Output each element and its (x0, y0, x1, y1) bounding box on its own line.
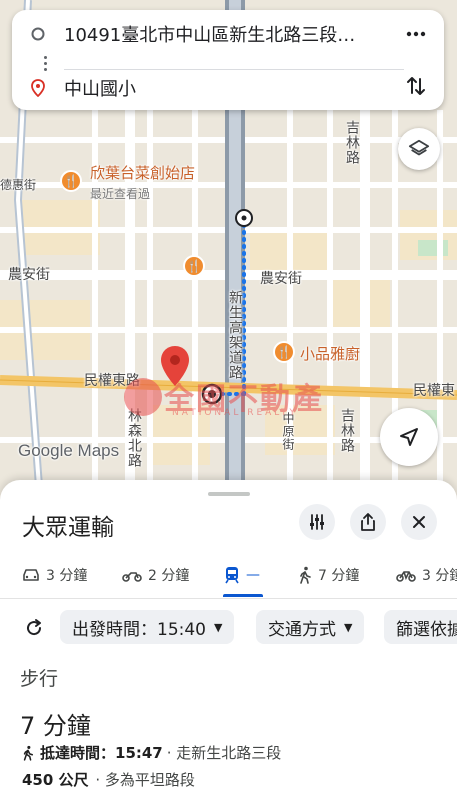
motorcycle-icon (122, 572, 142, 582)
transit-mode-chip[interactable]: 交通方式 ▼ (256, 610, 365, 644)
origin-text: 10491臺北市中山區新生北路三段… (64, 25, 356, 46)
street-label-jilin-top: 吉林路 (344, 120, 360, 165)
close-button[interactable] (401, 504, 437, 540)
arrival-time: 抵達時間：15:47 (40, 744, 163, 762)
transit-mode-label: 交通方式 (268, 619, 336, 640)
street-label-nongan-left: 農安街 (8, 267, 50, 283)
tune-icon (310, 514, 324, 530)
tabs-divider (0, 598, 457, 599)
refresh-button[interactable] (20, 614, 48, 642)
sheet-drag-handle[interactable] (208, 492, 250, 496)
tab-motorcycle-label: 2 分鐘 (148, 568, 190, 584)
share-button[interactable] (350, 504, 386, 540)
route-terrain: · 多為平坦路段 (95, 771, 195, 789)
tab-walk[interactable]: 7 分鐘 (298, 552, 359, 598)
poi-restaurant-2-name[interactable]: 小品雅廚 (300, 343, 360, 364)
layers-button[interactable] (398, 128, 440, 170)
transit-icon (225, 567, 239, 584)
chevron-down-icon: ▼ (214, 620, 223, 634)
directions-sheet: 大眾運輸 3 分鐘 2 分鐘 — 7 分鐘 3 分鐘 出發時間：15:40 ▼ … (0, 480, 457, 800)
restaurant-icon[interactable]: 🍴 (273, 341, 295, 363)
route-distance: 450 公尺 (22, 771, 89, 789)
restaurant-icon[interactable]: 🍴 (183, 255, 205, 277)
walk-icon (300, 566, 311, 584)
poi-restaurant-1-name[interactable]: 欣葉台菜創始店 (90, 162, 195, 183)
arrival-info: 抵達時間：15:47 · 走新生北路三段 (22, 742, 281, 763)
tab-bike[interactable]: 3 分鐘 (396, 552, 457, 598)
walk-icon (23, 745, 34, 761)
section-label: 步行 (20, 668, 59, 690)
more-options-button[interactable] (402, 20, 430, 48)
filter-by-chip[interactable]: 篩選依據 (384, 610, 457, 644)
layers-icon (408, 139, 430, 156)
street-label-minquan-right: 民權東 (413, 383, 455, 399)
bike-icon (396, 571, 416, 582)
more-vert-icon (406, 31, 426, 37)
departure-time-chip[interactable]: 出發時間：15:40 ▼ (60, 610, 235, 644)
tab-bike-label: 3 分鐘 (422, 568, 457, 584)
swap-icon (407, 77, 425, 95)
departure-time-label: 出發時間：15:40 (72, 619, 206, 640)
travel-mode-tabs: 3 分鐘 2 分鐘 — 7 分鐘 3 分鐘 (0, 552, 457, 598)
chevron-down-icon: ▼ (344, 620, 353, 634)
street-label-xinsheng-elevated: 新生高架道路 (227, 290, 243, 380)
filter-by-label: 篩選依據 (396, 619, 457, 640)
street-label-nongan-right: 農安街 (260, 271, 302, 287)
tab-motorcycle[interactable]: 2 分鐘 (122, 552, 189, 598)
realty-watermark: 全國不動產 NATIONAL REALTY (120, 372, 340, 422)
street-label-jilin-bottom: 吉林路 (339, 408, 355, 453)
close-icon (413, 516, 425, 528)
route-via: · 走新生北路三段 (166, 744, 282, 762)
poi-restaurant-1-subtitle: 最近查看過 (90, 187, 151, 201)
car-icon (23, 569, 39, 581)
route-search-card: 10491臺北市中山區新生北路三段… 中山國小 (12, 10, 444, 110)
restaurant-icon[interactable]: 🍴 (60, 170, 82, 192)
origin-field[interactable]: 10491臺北市中山區新生北路三段… (12, 14, 444, 54)
origin-circle-icon (31, 27, 45, 41)
filter-chips: 出發時間：15:40 ▼ 交通方式 ▼ 篩選依據 (0, 610, 457, 646)
destination-text: 中山國小 (64, 79, 136, 100)
google-maps-logo: Google Maps (18, 441, 120, 460)
distance-info: 450 公尺 · 多為平坦路段 (22, 769, 195, 790)
route-options-button[interactable] (299, 504, 335, 540)
destination-field[interactable]: 中山國小 (12, 66, 444, 110)
swap-route-button[interactable] (402, 72, 430, 100)
refresh-icon (27, 619, 42, 636)
screen: 德惠街 農安街 農安街 民權東路 民權東 林森北路 新生高架道路 吉林路 吉林路… (0, 0, 457, 800)
map-view[interactable]: 德惠街 農安街 農安街 民權東路 民權東 林森北路 新生高架道路 吉林路 吉林路… (0, 0, 457, 500)
share-icon (361, 513, 375, 531)
realty-logo-icon (124, 378, 162, 416)
origin-marker-icon (235, 209, 253, 227)
watermark-sub: NATIONAL REALTY (172, 408, 299, 418)
destination-marker-icon (31, 79, 45, 97)
tab-drive[interactable]: 3 分鐘 (22, 552, 87, 598)
tab-transit[interactable]: — (224, 552, 260, 598)
tab-transit-label: — (246, 567, 260, 583)
tab-walk-label: 7 分鐘 (318, 568, 360, 584)
navigate-icon (400, 428, 418, 446)
active-tab-indicator (223, 594, 263, 597)
street-label-dehui: 德惠街 (0, 178, 37, 192)
route-duration[interactable]: 7 分鐘 (20, 706, 91, 741)
tab-drive-label: 3 分鐘 (46, 568, 88, 584)
recenter-button[interactable] (380, 408, 438, 466)
sheet-title: 大眾運輸 (22, 515, 114, 541)
